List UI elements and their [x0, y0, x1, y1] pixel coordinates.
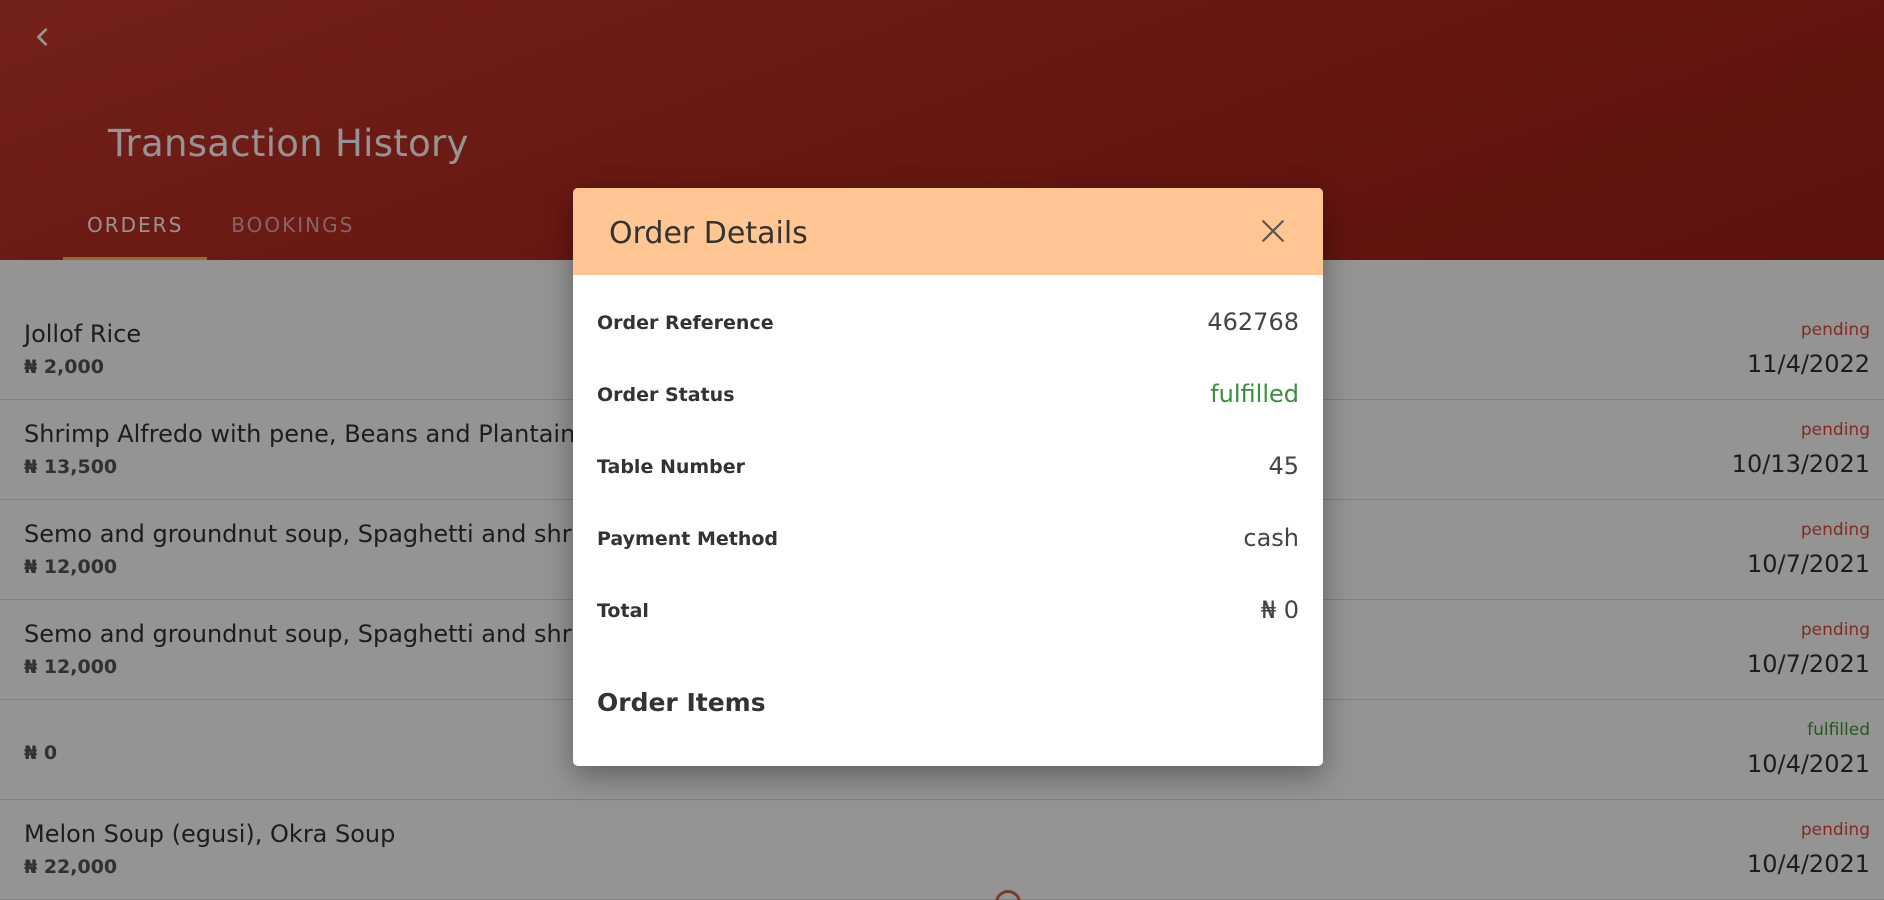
- detail-label: Total: [597, 600, 649, 622]
- order-details-modal: Order Details Order Reference 462768 Ord…: [573, 188, 1323, 766]
- detail-label: Payment Method: [597, 528, 779, 550]
- detail-order-status: Order Status fulfilled: [597, 380, 1299, 410]
- detail-value: 45: [1268, 452, 1299, 480]
- detail-label: Order Reference: [597, 312, 774, 334]
- detail-value: 462768: [1207, 308, 1299, 336]
- modal-title: Order Details: [609, 216, 808, 251]
- close-icon: [1262, 220, 1284, 242]
- detail-value: fulfilled: [1210, 380, 1299, 408]
- detail-label: Order Status: [597, 384, 735, 406]
- detail-payment-method: Payment Method cash: [597, 524, 1299, 554]
- detail-label: Table Number: [597, 456, 746, 478]
- detail-value: cash: [1243, 524, 1299, 552]
- close-button[interactable]: [1257, 215, 1289, 247]
- detail-order-reference: Order Reference 462768: [597, 308, 1299, 338]
- detail-total: Total ₦ 0: [597, 596, 1299, 626]
- order-items-heading: Order Items: [597, 688, 766, 717]
- detail-value: ₦ 0: [1260, 596, 1299, 624]
- modal-header: Order Details: [573, 188, 1323, 275]
- detail-table-number: Table Number 45: [597, 452, 1299, 482]
